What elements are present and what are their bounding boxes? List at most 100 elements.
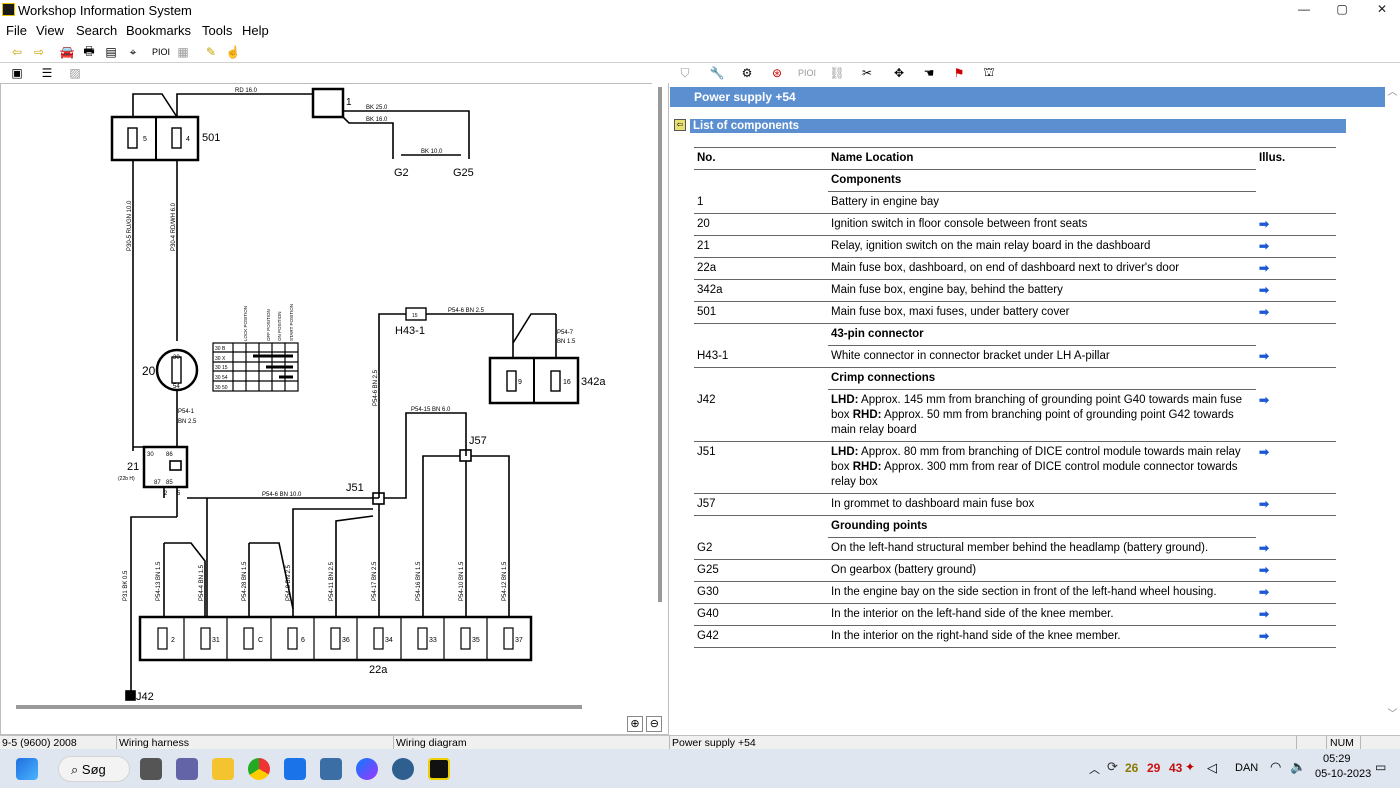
illustration-arrow-icon[interactable]: ➡: [1256, 345, 1336, 368]
move-icon[interactable]: ✥: [890, 64, 908, 82]
illustration-arrow-icon[interactable]: ➡: [1256, 493, 1336, 516]
chevron-up-icon[interactable]: ︿: [1089, 761, 1100, 777]
gears-icon[interactable]: ⚙: [738, 64, 756, 82]
calculator-icon[interactable]: [320, 758, 342, 780]
illustration-arrow-icon[interactable]: ➡: [1256, 625, 1336, 648]
illustration-arrow-icon[interactable]: ➡: [1256, 235, 1336, 258]
menu-search[interactable]: Search: [76, 23, 117, 38]
wis-app-icon[interactable]: [428, 758, 450, 780]
illustration-arrow-icon[interactable]: ➡: [1256, 537, 1336, 560]
close-button[interactable]: ✕: [1372, 2, 1392, 16]
menu-file[interactable]: File: [6, 23, 27, 38]
document-icon[interactable]: ▤: [102, 43, 120, 61]
menu-bookmarks[interactable]: Bookmarks: [126, 23, 191, 38]
binoculars-icon[interactable]: ⌖: [124, 43, 142, 61]
diagram-horizontal-scrollbar[interactable]: [2, 702, 652, 712]
wire-label: P54-6 BN 2.5: [373, 369, 379, 406]
wire-label: BK 10.0: [421, 149, 443, 155]
diagram-pane[interactable]: RD 16.0 BK 25.0 BK 16.0 BK 10.0 1 501 5 …: [0, 83, 669, 735]
menu-help[interactable]: Help: [242, 23, 269, 38]
clock-time[interactable]: 05:29: [1323, 753, 1351, 765]
wire-label: P54-10 BN 1.5: [459, 561, 465, 601]
fuse-label: 37: [515, 637, 523, 644]
illustration-arrow-icon[interactable]: ➡: [1256, 257, 1336, 280]
wire-label: P54-16 BN 1.5: [416, 561, 422, 601]
illustration-arrow-icon[interactable]: ➡: [1256, 581, 1336, 604]
illustration-arrow-icon[interactable]: ➡: [1256, 389, 1336, 442]
illustration-arrow-icon[interactable]: ➡: [1256, 603, 1336, 626]
scroll-down-icon[interactable]: ﹀: [1385, 705, 1400, 725]
status-doc: Power supply +54: [672, 737, 756, 749]
illustration-arrow-icon[interactable]: ➡: [1256, 559, 1336, 582]
table-row: G42 In the interior on the right-hand sid…: [694, 625, 1336, 648]
tool-shield-icon[interactable]: ⛉: [676, 64, 694, 82]
image-icon[interactable]: ▨: [66, 64, 84, 82]
pio2-icon[interactable]: PIOI: [798, 64, 816, 82]
windows-start-icon[interactable]: [16, 758, 38, 780]
menu-view[interactable]: View: [36, 23, 64, 38]
zoom-in-icon[interactable]: ⊕: [627, 716, 643, 732]
volume-icon[interactable]: 🔈: [1290, 759, 1306, 775]
notification-icon[interactable]: ▭: [1375, 760, 1386, 774]
send-icon[interactable]: ◁: [1207, 760, 1217, 776]
diagram-vertical-scrollbar[interactable]: [652, 83, 668, 703]
wire-label: P54-7: [557, 330, 574, 336]
tools-icon[interactable]: ✂: [858, 64, 876, 82]
pin-label: 85: [166, 480, 173, 486]
sync-icon[interactable]: ⟳: [1107, 759, 1118, 775]
clock-date[interactable]: 05-10-2023: [1315, 768, 1371, 780]
lift-icon[interactable]: ⛫: [980, 64, 998, 82]
illustration-arrow-icon[interactable]: ➡: [1256, 213, 1336, 236]
flag-icon[interactable]: ⚑: [950, 64, 968, 82]
chrome-icon[interactable]: [248, 758, 270, 780]
scroll-thumb[interactable]: [16, 705, 582, 709]
car-icon[interactable]: 🚘: [58, 43, 76, 61]
list-toggle-icon[interactable]: ⇦: [674, 119, 686, 131]
link-icon[interactable]: ⛓: [828, 64, 846, 82]
messenger-icon[interactable]: [356, 758, 378, 780]
minimize-button[interactable]: —: [1294, 2, 1314, 16]
pio-icon[interactable]: PIOI: [152, 43, 170, 61]
pencil-icon[interactable]: ✎: [202, 43, 220, 61]
language-indicator[interactable]: DAN: [1235, 762, 1258, 774]
maximize-button[interactable]: ▢: [1332, 2, 1352, 16]
list-icon[interactable]: ☰: [38, 64, 56, 82]
bin-icon[interactable]: ▦: [174, 43, 192, 61]
taskbar-search[interactable]: ⌕ Søg: [58, 756, 130, 782]
back-arrow-icon[interactable]: ⇦: [8, 43, 26, 61]
wrench-icon[interactable]: 🔧: [708, 64, 726, 82]
status-category: Wiring harness: [119, 737, 190, 749]
tree-icon[interactable]: ▣: [8, 64, 26, 82]
wire-label: BK 25.0: [366, 105, 388, 111]
table-row: 20 Ignition switch in floor console betwe…: [694, 213, 1336, 236]
component-location: On gearbox (battery ground): [828, 559, 1256, 582]
file-explorer-icon[interactable]: [212, 758, 234, 780]
zoom-out-icon[interactable]: ⊖: [646, 716, 663, 732]
table-row: 21 Relay, ignition switch on the main rel…: [694, 235, 1336, 258]
pin-label: 54: [173, 384, 180, 390]
illustration-arrow-icon[interactable]: [1256, 191, 1336, 214]
app-globe-icon[interactable]: [392, 758, 414, 780]
list-vertical-scrollbar[interactable]: ︿ ﹀: [1385, 83, 1400, 735]
tray-counter-3[interactable]: 43: [1169, 761, 1182, 775]
tray-counter-2[interactable]: 29: [1147, 761, 1160, 775]
menu-tools[interactable]: Tools: [202, 23, 232, 38]
tray-counter-1[interactable]: 26: [1125, 761, 1138, 775]
forward-arrow-icon[interactable]: ⇨: [30, 43, 48, 61]
wire-label: P54-12 BN 1.5: [502, 561, 508, 601]
stop-icon[interactable]: ⊛: [768, 64, 786, 82]
scroll-thumb[interactable]: [658, 87, 662, 602]
scroll-up-icon[interactable]: ︿: [1385, 83, 1400, 103]
tray-app-icon[interactable]: ✦: [1185, 760, 1195, 774]
hand-icon[interactable]: ☚: [920, 64, 938, 82]
component-label: J57: [469, 435, 487, 447]
print-icon[interactable]: 🖶: [80, 43, 98, 61]
pointer-icon[interactable]: ☝: [224, 43, 242, 61]
task-view-icon[interactable]: [140, 758, 162, 780]
illustration-arrow-icon[interactable]: ➡: [1256, 279, 1336, 302]
teams-icon[interactable]: [176, 758, 198, 780]
illustration-arrow-icon[interactable]: ➡: [1256, 301, 1336, 324]
mail-icon[interactable]: [284, 758, 306, 780]
illustration-arrow-icon[interactable]: ➡: [1256, 441, 1336, 494]
wifi-icon[interactable]: ◠: [1270, 759, 1281, 775]
